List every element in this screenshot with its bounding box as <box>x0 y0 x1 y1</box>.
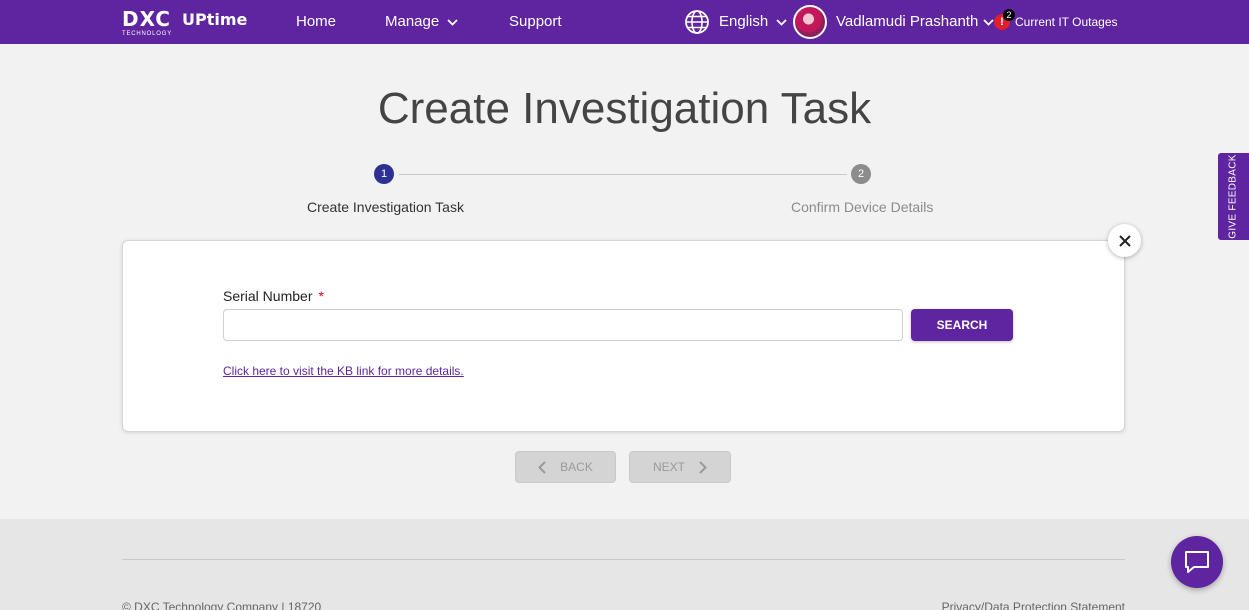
user-name: Vadlamudi Prashanth <box>836 13 979 30</box>
logo-text: DXC <box>122 7 171 31</box>
logo-subtext: TECHNOLOGY <box>122 31 173 37</box>
dxc-logo: DXC TECHNOLOGY <box>122 9 172 38</box>
nav-support-label: Support <box>509 13 562 30</box>
give-feedback-label: GIVE FEEDBACK <box>1228 154 1240 239</box>
stepper-connector <box>399 174 847 175</box>
nav-manage[interactable]: Manage <box>385 0 458 44</box>
chevron-down-icon <box>447 18 458 26</box>
privacy-statement-link[interactable]: Privacy/Data Protection Statement <box>942 600 1125 610</box>
next-button[interactable]: NEXT <box>629 451 731 483</box>
close-icon <box>1118 234 1131 247</box>
chevron-right-icon <box>699 460 707 474</box>
chevron-down-icon <box>776 18 787 26</box>
step-1-label: Create Investigation Task <box>307 199 464 215</box>
step-2-circle: 2 <box>851 164 871 184</box>
nav-manage-label: Manage <box>385 13 440 30</box>
language-label: English <box>719 13 769 30</box>
search-button[interactable]: SEARCH <box>911 309 1013 341</box>
dxc-uptime-logo[interactable]: DXC TECHNOLOGY UPtime <box>122 9 247 38</box>
close-button[interactable] <box>1108 224 1141 257</box>
current-it-outages-link[interactable]: Current IT Outages <box>1015 0 1118 44</box>
user-menu[interactable]: Vadlamudi Prashanth <box>836 0 994 44</box>
nav-home[interactable]: Home <box>296 0 336 44</box>
avatar[interactable] <box>793 5 827 39</box>
serial-number-label-text: Serial Number <box>223 288 313 304</box>
footer-copyright: © DXC Technology Company | 18720 <box>122 600 322 610</box>
chat-button[interactable] <box>1171 536 1223 588</box>
chevron-down-icon <box>983 18 994 26</box>
footer: © DXC Technology Company | 18720 Privacy… <box>0 519 1249 610</box>
page-title: Create Investigation Task <box>377 84 872 133</box>
language-selector[interactable]: English <box>719 0 787 44</box>
serial-number-label: Serial Number * <box>223 288 324 304</box>
give-feedback-tab[interactable]: GIVE FEEDBACK <box>1218 153 1249 240</box>
next-label: NEXT <box>652 460 685 474</box>
nav-home-label: Home <box>296 13 337 30</box>
back-button[interactable]: BACK <box>515 451 616 483</box>
outage-count-badge: 2 <box>1003 9 1015 21</box>
chevron-left-icon <box>538 460 546 474</box>
required-indicator: * <box>318 288 324 304</box>
step-2-label: Confirm Device Details <box>791 199 934 215</box>
app-name: UPtime <box>182 10 248 29</box>
globe-icon[interactable] <box>684 9 710 35</box>
kb-link[interactable]: Click here to visit the KB link for more… <box>223 364 464 378</box>
nav-support[interactable]: Support <box>509 0 562 44</box>
footer-divider <box>122 559 1125 560</box>
step-1-circle: 1 <box>374 164 394 184</box>
top-nav-bar: DXC TECHNOLOGY UPtime Home Manage Suppor… <box>0 0 1249 44</box>
chat-icon <box>1185 551 1209 573</box>
back-label: BACK <box>560 460 593 474</box>
serial-number-input[interactable] <box>223 309 903 341</box>
